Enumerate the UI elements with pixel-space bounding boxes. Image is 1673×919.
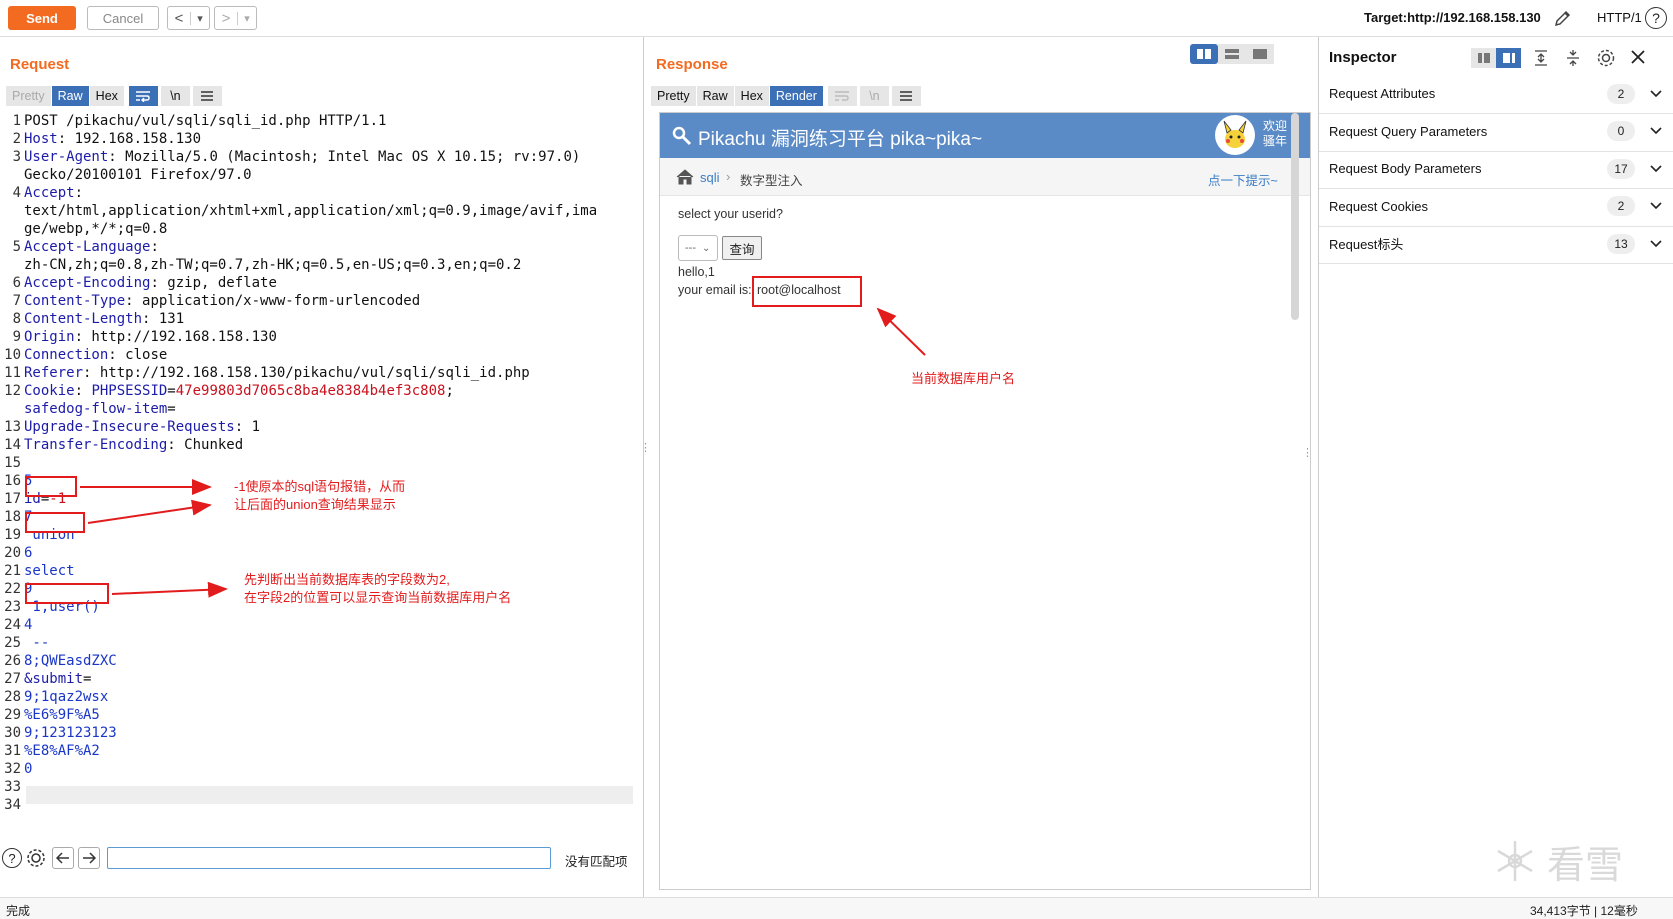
inspector-layout-a-icon[interactable] [1471, 48, 1496, 68]
splitter-grip-icon[interactable]: ⋮ [640, 443, 651, 454]
inspector-section-label: Request Cookies [1329, 198, 1428, 214]
annotation-field-count: 先判断出当前数据库表的字段数为2, 在字段2的位置可以显示查询当前数据库用户名 [244, 572, 512, 605]
search-status: 没有匹配项 [565, 855, 628, 869]
highlight-box-email [752, 276, 862, 307]
settings-gear-icon[interactable] [25, 847, 47, 869]
inspector-section-label: Request Attributes [1329, 86, 1436, 101]
email-label: your email is: [678, 283, 756, 297]
response-title: Response [656, 56, 728, 73]
chevron-down-icon: ⌄ [702, 242, 711, 254]
count-badge: 17 [1607, 158, 1635, 179]
edit-target-icon[interactable] [1553, 8, 1573, 28]
burp-repeater-window: Send Cancel < ▾ > ▾ Target:http://192.16… [0, 0, 1673, 919]
layout-stacked-icon[interactable] [1218, 44, 1246, 64]
search-prev-icon[interactable] [52, 847, 74, 869]
status-left: 完成 [6, 904, 31, 918]
chevron-down-icon[interactable] [1649, 161, 1663, 177]
wrench-icon [672, 126, 692, 146]
target-label[interactable]: Target:http://192.168.158.130 [1364, 10, 1541, 25]
pikachu-avatar [1215, 115, 1255, 155]
hint-link[interactable]: 点一下提示~ [1208, 170, 1278, 189]
inspector-section-label: Request Body Parameters [1329, 161, 1482, 176]
query-button[interactable]: 查询 [722, 236, 762, 260]
collapse-all-icon[interactable] [1563, 48, 1583, 68]
count-badge: 0 [1607, 121, 1635, 141]
inspector-section-row[interactable]: Request标头 13 [1319, 224, 1673, 264]
count-badge: 2 [1607, 83, 1635, 104]
help-icon[interactable]: ? [1645, 7, 1667, 29]
hello-text: hello,1 [678, 265, 715, 279]
count-badge: 13 [1607, 233, 1635, 254]
annotation-arrow-email [876, 307, 926, 356]
annotation-db-user: 当前数据库用户名 [911, 371, 1016, 386]
welcome-text: 欢迎 骚年 [1263, 119, 1288, 148]
inspector-section-row[interactable]: Request Body Parameters 17 [1319, 149, 1673, 189]
crumb-current: 数字型注入 [740, 174, 803, 188]
chevron-down-icon[interactable] [1649, 123, 1663, 139]
inspector-layout-toggle [1471, 48, 1521, 68]
home-icon[interactable] [676, 169, 694, 185]
menu-icon[interactable] [891, 86, 922, 106]
chevron-down-icon[interactable] [1649, 236, 1663, 252]
inspector-panel: Inspector Request Attributes 2 Request Que… [1318, 37, 1673, 897]
layout-tabs-icon[interactable] [1246, 44, 1274, 64]
inspector-section-row[interactable]: Request Query Parameters 0 [1319, 112, 1673, 152]
tab-hex[interactable]: Hex [734, 86, 770, 106]
tab-raw[interactable]: Raw [696, 86, 735, 106]
breadcrumb: sqli › 数字型注入 点一下提示~ [660, 158, 1310, 196]
tab-pretty[interactable]: Pretty [651, 86, 697, 106]
status-bar: 完成 34,413字节 | 12毫秒 [0, 897, 1673, 919]
http-version-label[interactable]: HTTP/1 [1597, 10, 1642, 25]
annotation-arrows [80, 479, 228, 598]
userid-select-value: --- [685, 242, 696, 254]
show-newlines-button[interactable]: \n [859, 86, 890, 106]
response-tabs: Pretty Raw Hex Render \n [651, 86, 922, 106]
search-input[interactable] [107, 847, 551, 869]
pikachu-header: Pikachu 漏洞练习平台 pika~pika~ 欢迎 骚年 [660, 113, 1310, 158]
site-title[interactable]: Pikachu 漏洞练习平台 pika~pika~ [698, 124, 982, 151]
layout-switcher [1190, 44, 1276, 64]
help-icon[interactable]: ? [2, 848, 22, 868]
search-next-icon[interactable] [78, 847, 100, 869]
close-icon[interactable] [1628, 47, 1648, 67]
watermark: 看雪 [1493, 836, 1663, 887]
rendered-response: Pikachu 漏洞练习平台 pika~pika~ 欢迎 骚年 sqli › 数… [659, 112, 1311, 890]
chevron-down-icon[interactable] [1649, 86, 1663, 102]
response-scrollbar[interactable] [1291, 113, 1299, 320]
crumb-sqli-link[interactable]: sqli [700, 170, 720, 185]
chevron-down-icon[interactable] [1649, 198, 1663, 214]
layout-side-by-side-icon[interactable] [1190, 44, 1218, 64]
status-right: 34,413字节 | 12毫秒 [1530, 904, 1638, 918]
crumb-separator: › [726, 169, 731, 184]
inspector-layout-b-icon[interactable] [1496, 48, 1521, 68]
userid-prompt: select your userid? [678, 207, 783, 221]
userid-select[interactable]: --- ⌄ [678, 235, 718, 261]
wrap-lines-icon[interactable] [827, 86, 858, 106]
inspector-settings-icon[interactable] [1595, 47, 1617, 69]
inspector-section-row[interactable]: Request Cookies 2 [1319, 187, 1673, 227]
inspector-section-row[interactable]: Request Attributes 2 [1319, 74, 1673, 114]
expand-all-icon[interactable] [1531, 48, 1551, 68]
snowflake-logo-icon [1497, 841, 1533, 881]
splitter-grip-icon[interactable]: ⋮ [1302, 446, 1313, 459]
count-badge: 2 [1607, 196, 1635, 216]
inspector-section-label: Request Query Parameters [1329, 123, 1488, 139]
inspector-section-label: Request标头 [1329, 237, 1404, 252]
tab-render[interactable]: Render [769, 86, 824, 106]
watermark-text: 看雪 [1547, 842, 1624, 887]
annotation-minus-one: -1使原本的sql语句报错，从而 让后面的union查询结果显示 [234, 479, 406, 512]
panel-splitter[interactable] [643, 37, 644, 897]
inspector-title: Inspector [1329, 49, 1397, 66]
